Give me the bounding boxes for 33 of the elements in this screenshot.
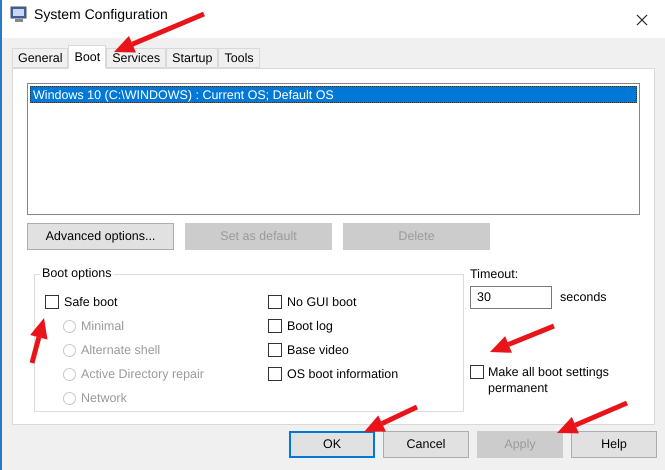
option-label: OS boot information (287, 366, 398, 383)
dialog-button[interactable]: Advanced options... (27, 223, 174, 250)
checkbox[interactable] (470, 364, 484, 379)
tab[interactable]: Tools (218, 48, 260, 68)
option-label: Network (81, 390, 127, 407)
option-label: Active Directory repair (81, 366, 204, 383)
dialog-button[interactable]: Cancel (383, 431, 469, 458)
dialog-button[interactable]: OK (289, 431, 375, 458)
close-icon (636, 14, 648, 26)
checkbox[interactable] (268, 367, 282, 381)
timeout-label: Timeout: (470, 266, 520, 283)
option-label: Base video (287, 342, 349, 359)
option-label: Safe boot (64, 294, 118, 311)
monitor-icon (10, 5, 28, 23)
window-title: System Configuration (34, 5, 168, 23)
checkbox[interactable] (45, 295, 59, 309)
option-label: No GUI boot (287, 294, 356, 311)
checkbox[interactable] (268, 295, 282, 309)
option-label: Minimal (81, 318, 124, 335)
dialog-button[interactable]: Help (571, 431, 657, 458)
seconds-label: seconds (560, 288, 607, 306)
timeout-field[interactable]: 30 (470, 286, 552, 309)
tab[interactable]: Services (106, 48, 166, 68)
option-label: Boot log (287, 318, 333, 335)
option-label: Alternate shell (81, 342, 160, 359)
checkbox[interactable] (268, 319, 282, 333)
option-label: Make all boot settings permanent (488, 364, 610, 396)
list-item[interactable]: Windows 10 (C:\WINDOWS) : Current OS; Default OS (30, 86, 637, 103)
tab[interactable]: General (12, 48, 68, 68)
checkbox[interactable] (268, 343, 282, 357)
group-title: Boot options (40, 266, 114, 280)
tab[interactable]: Startup (166, 48, 218, 68)
tab[interactable]: Boot (68, 45, 106, 69)
